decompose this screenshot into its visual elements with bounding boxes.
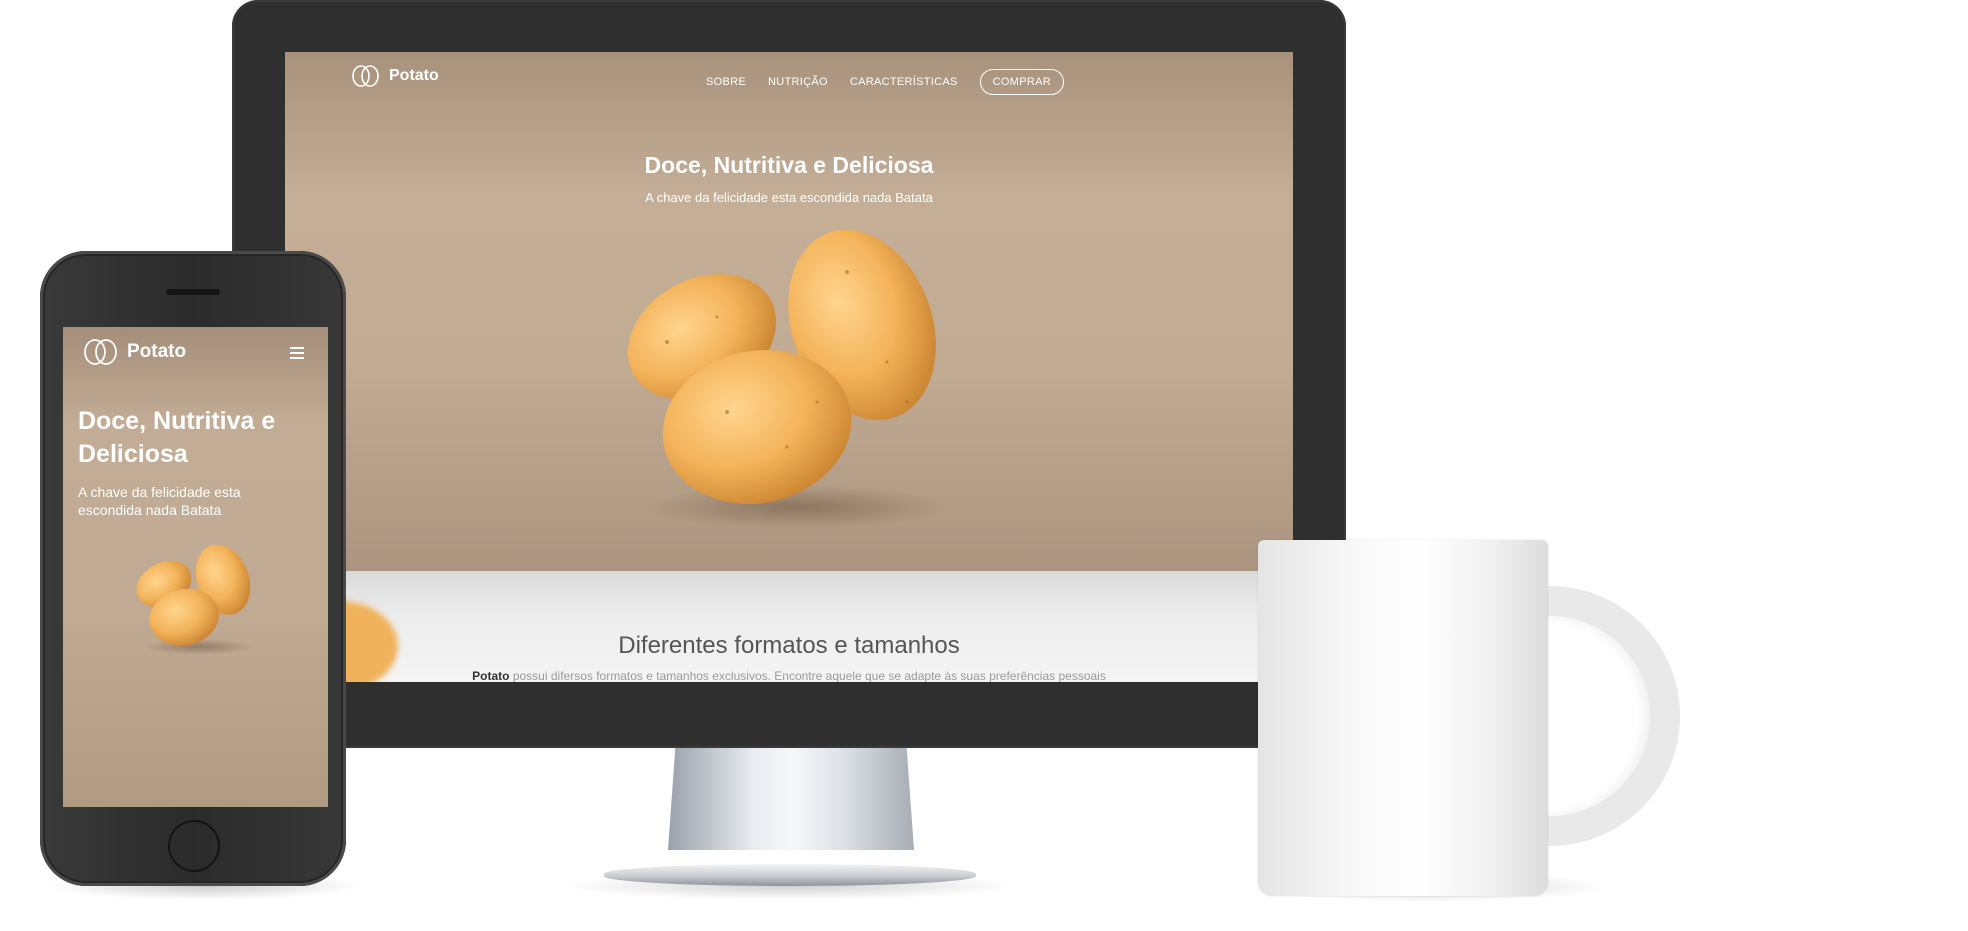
hamburger-menu-icon[interactable]	[290, 347, 304, 362]
desktop-navbar: Potato SOBRE NUTRIÇÃO CARACTERÍSTICAS CO…	[285, 52, 1293, 102]
potato-logo-icon	[83, 337, 119, 367]
desktop-hero-subtitle: A chave da felicidade esta escondida nad…	[645, 190, 933, 205]
comprar-button[interactable]: COMPRAR	[979, 69, 1064, 95]
phone-home-button[interactable]	[168, 820, 220, 872]
mobile-brand-name: Potato	[127, 341, 187, 362]
mobile-potatoes-image	[136, 544, 255, 655]
features-text-body: possui difersos formatos e tamanhos excl…	[512, 669, 1106, 682]
features-section	[285, 571, 1293, 682]
features-text: Potato possui difersos formatos e tamanh…	[385, 669, 1193, 682]
mobile-screen: Potato Doce, Nutritiva e Deliciosa A cha…	[63, 327, 328, 807]
nav-link-nutricao[interactable]: NUTRIÇÃO	[768, 76, 828, 88]
mobile-brand-logo[interactable]: Potato	[83, 337, 186, 367]
mobile-navbar: Potato	[63, 327, 328, 383]
features-title: Diferentes formatos e tamanhos	[618, 632, 960, 659]
nav-link-caracteristicas[interactable]: CARACTERÍSTICAS	[850, 76, 958, 88]
potatoes-image	[627, 229, 947, 529]
mobile-hero-title: Doce, Nutritiva e Deliciosa	[78, 407, 276, 468]
mug	[1258, 540, 1548, 896]
desktop-nav-links: SOBRE NUTRIÇÃO CARACTERÍSTICAS COMPRAR	[706, 69, 1064, 95]
monitor-stand	[668, 747, 914, 850]
brand-name: Potato	[389, 67, 439, 84]
monitor-base	[604, 864, 976, 886]
desktop-screen: Potato SOBRE NUTRIÇÃO CARACTERÍSTICAS CO…	[285, 52, 1293, 682]
features-text-brand: Potato	[472, 669, 510, 682]
desktop-hero-title: Doce, Nutritiva e Deliciosa	[644, 152, 934, 178]
desktop-hero: Potato SOBRE NUTRIÇÃO CARACTERÍSTICAS CO…	[285, 52, 1293, 571]
phone-speaker	[166, 289, 220, 295]
potato-logo-icon	[351, 64, 381, 88]
nav-link-sobre[interactable]: SOBRE	[706, 76, 746, 88]
mobile-hero-subtitle: A chave da felicidade esta escondida nad…	[78, 484, 241, 518]
brand-logo[interactable]: Potato	[351, 64, 439, 88]
